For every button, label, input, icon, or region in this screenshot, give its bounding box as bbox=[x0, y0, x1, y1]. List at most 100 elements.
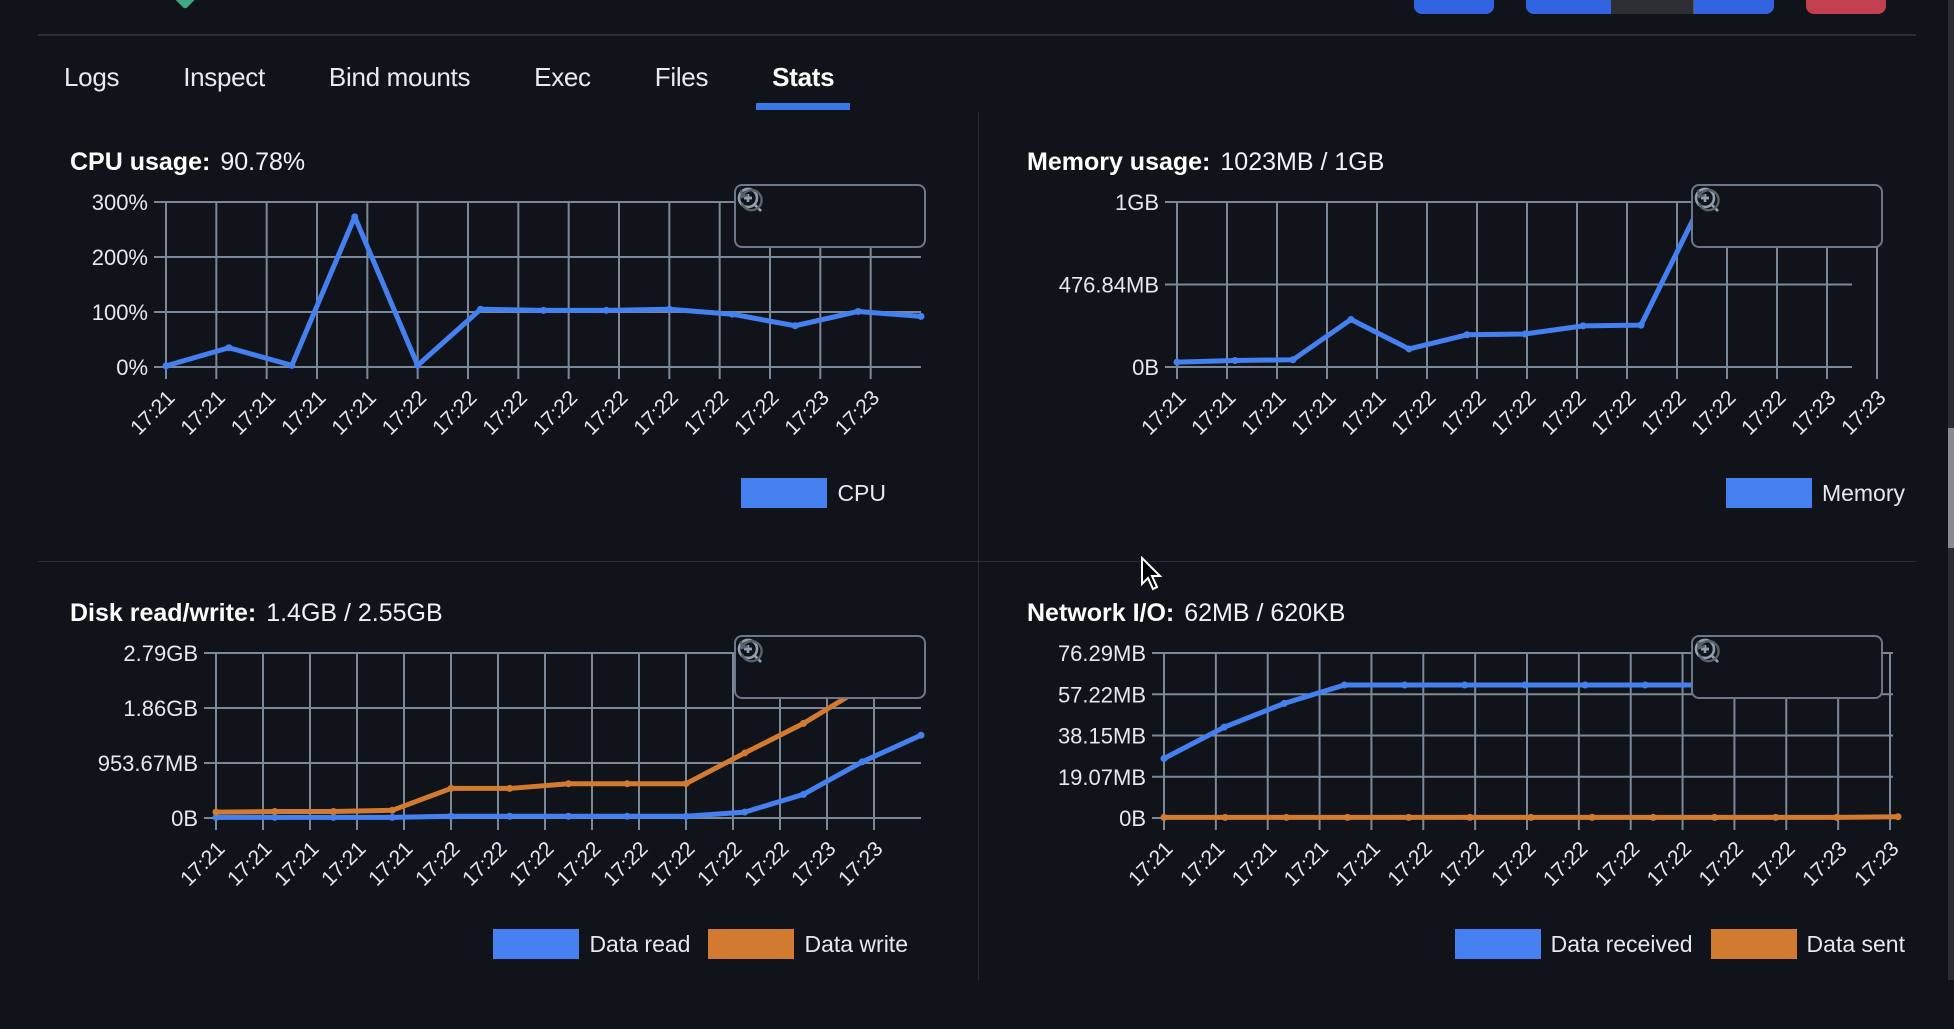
reset-icon[interactable] bbox=[739, 188, 904, 233]
legend-swatch bbox=[741, 478, 828, 508]
reset-icon[interactable] bbox=[1696, 188, 1861, 233]
data-point bbox=[1833, 813, 1841, 821]
legend-item[interactable]: Data sent bbox=[1710, 929, 1905, 959]
data-point bbox=[1579, 322, 1587, 330]
x-tick-label: 17:21 bbox=[1287, 386, 1340, 439]
data-point bbox=[1160, 813, 1168, 821]
zoom-out-icon[interactable] bbox=[737, 638, 847, 684]
header-action-button-4[interactable] bbox=[1694, 0, 1774, 14]
data-point bbox=[682, 780, 690, 788]
data-point bbox=[1649, 813, 1657, 821]
x-tick-label: 17:22 bbox=[458, 837, 511, 890]
reset-icon[interactable] bbox=[1696, 639, 1861, 684]
legend-label: Data received bbox=[1550, 930, 1693, 957]
data-point bbox=[1282, 813, 1290, 821]
delete-button[interactable] bbox=[1806, 0, 1886, 14]
tab-stats[interactable]: Stats bbox=[756, 52, 851, 112]
zoom-out-icon[interactable] bbox=[1694, 638, 1804, 684]
y-tick-label: 476.84MB bbox=[1059, 273, 1159, 298]
data-point bbox=[1280, 699, 1288, 707]
data-point bbox=[665, 305, 673, 313]
y-tick-label: 953.67MB bbox=[98, 751, 198, 776]
legend-item[interactable]: Data write bbox=[708, 929, 908, 959]
x-tick-label: 17:21 bbox=[1280, 837, 1333, 890]
data-point bbox=[1173, 358, 1181, 366]
x-tick-label: 17:23 bbox=[780, 386, 833, 439]
x-tick-label: 17:22 bbox=[552, 837, 605, 890]
scrollbar-thumb[interactable] bbox=[1948, 428, 1954, 548]
legend-label: CPU bbox=[837, 479, 886, 506]
x-tick-label: 17:22 bbox=[579, 386, 632, 439]
x-tick-label: 17:22 bbox=[505, 837, 558, 890]
data-point bbox=[800, 719, 807, 727]
y-tick-label: 57.22MB bbox=[1058, 682, 1146, 707]
x-tick-label: 17:21 bbox=[1124, 837, 1177, 890]
tab-files[interactable]: Files bbox=[655, 52, 709, 112]
y-tick-label: 1GB bbox=[1115, 190, 1159, 215]
data-point bbox=[565, 780, 572, 788]
data-point bbox=[1289, 356, 1297, 364]
header-action-button-1[interactable] bbox=[1414, 0, 1494, 14]
container-header bbox=[0, 0, 1954, 34]
legend-item[interactable]: Data read bbox=[493, 929, 690, 959]
x-tick-label: 17:21 bbox=[277, 386, 330, 439]
tab-logs[interactable]: Logs bbox=[64, 52, 119, 112]
disk-zoom-controls bbox=[734, 635, 926, 699]
zoom-out-icon[interactable] bbox=[1694, 187, 1804, 233]
tab-bind-mounts[interactable]: Bind mounts bbox=[329, 52, 471, 112]
legend-item[interactable]: CPU bbox=[741, 478, 886, 508]
y-tick-label: 200% bbox=[92, 245, 148, 270]
x-tick-label: 17:22 bbox=[1587, 386, 1640, 439]
y-tick-label: 19.07MB bbox=[1058, 765, 1146, 790]
data-point bbox=[1401, 681, 1409, 689]
data-point bbox=[1521, 330, 1529, 338]
x-tick-label: 17:22 bbox=[1687, 386, 1740, 439]
tab-inspect[interactable]: Inspect bbox=[183, 52, 265, 112]
header-divider bbox=[38, 34, 1916, 36]
x-tick-label: 17:22 bbox=[1387, 386, 1440, 439]
legend-item[interactable]: Data received bbox=[1454, 929, 1693, 959]
x-tick-label: 17:23 bbox=[831, 386, 884, 439]
data-point bbox=[1340, 681, 1348, 689]
x-tick-label: 17:23 bbox=[1787, 386, 1840, 439]
tab-exec[interactable]: Exec bbox=[534, 52, 591, 112]
x-tick-label: 17:21 bbox=[1176, 837, 1229, 890]
x-tick-label: 17:22 bbox=[1487, 386, 1540, 439]
page-scrollbar[interactable] bbox=[1948, 0, 1954, 980]
x-tick-label: 17:21 bbox=[1137, 386, 1190, 439]
data-point bbox=[288, 361, 296, 369]
mouse-cursor-icon bbox=[1141, 556, 1163, 591]
x-tick-label: 17:22 bbox=[478, 386, 531, 439]
data-point bbox=[565, 812, 572, 820]
x-tick-label: 17:22 bbox=[1487, 837, 1540, 890]
x-tick-label: 17:22 bbox=[1539, 837, 1592, 890]
memory-chart-panel: Memory usage: 1023MB / 1GB 1GB 476.84MB 0B 1… bbox=[1027, 148, 1927, 578]
x-tick-label: 17:23 bbox=[834, 837, 887, 890]
data-point bbox=[800, 790, 807, 798]
data-point bbox=[388, 813, 396, 821]
data-point bbox=[917, 731, 925, 739]
zoom-out-icon[interactable] bbox=[737, 187, 847, 233]
cpu-chart-panel: CPU usage: 90.78% 300% 200% 100% 0% 17:21 17:2… bbox=[70, 148, 970, 578]
x-tick-label: 17:23 bbox=[1837, 386, 1890, 439]
x-tick-label: 17:21 bbox=[1237, 386, 1290, 439]
header-action-button-3[interactable] bbox=[1611, 0, 1696, 14]
disk-legend: Data read Data write bbox=[475, 929, 908, 959]
header-action-button-2[interactable] bbox=[1526, 0, 1611, 14]
x-tick-label: 17:22 bbox=[599, 837, 652, 890]
reset-icon[interactable] bbox=[739, 639, 904, 684]
x-tick-label: 17:22 bbox=[428, 386, 481, 439]
x-tick-label: 17:22 bbox=[411, 837, 464, 890]
x-tick-label: 17:22 bbox=[693, 837, 746, 890]
x-tick-label: 17:22 bbox=[1643, 837, 1696, 890]
data-point bbox=[1466, 813, 1474, 821]
series-line-data-read bbox=[216, 732, 923, 820]
legend-item[interactable]: Memory bbox=[1725, 478, 1905, 508]
data-point bbox=[1588, 813, 1596, 821]
data-point bbox=[1463, 331, 1471, 339]
x-tick-label: 17:23 bbox=[1850, 837, 1903, 890]
y-tick-label: 2.79GB bbox=[123, 641, 198, 666]
x-tick-label: 17:21 bbox=[1337, 386, 1390, 439]
data-point bbox=[1221, 813, 1229, 821]
data-point bbox=[1405, 345, 1413, 353]
